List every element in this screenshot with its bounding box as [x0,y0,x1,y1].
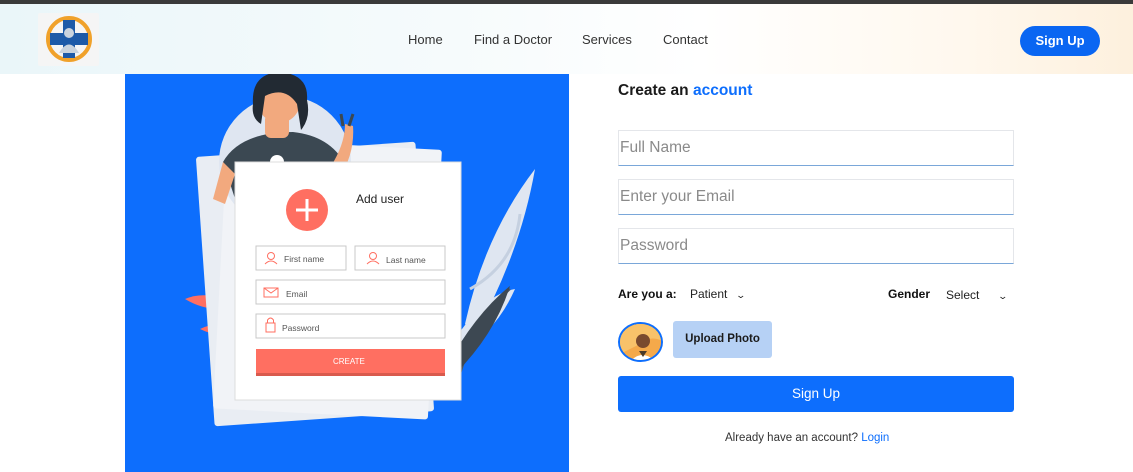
medical-cross-logo-icon [46,16,92,62]
form-title-accent: account [692,82,753,99]
nav-contact[interactable]: Contact [663,32,708,47]
email-field [618,179,1014,215]
illustration-email: Email [286,289,308,299]
nav-home[interactable]: Home [408,32,443,47]
gender-label: Gender [888,287,931,301]
header-sign-up-button[interactable]: Sign Up [1020,26,1100,56]
chevron-down-icon: ⌄ [735,290,747,300]
role-select[interactable]: Patient ⌄ [690,287,747,301]
already-have-account-text: Already have an account? [725,432,858,444]
illustration-card-title: Add user [356,192,405,206]
chevron-down-icon: ⌄ [997,291,1009,301]
role-select-value: Patient [690,287,728,301]
illustration-create: CREATE [333,357,365,366]
avatar [618,322,663,362]
illustration-password: Password [282,323,320,333]
signup-illustration: Add user First name Last name Email Pass… [125,74,569,472]
form-title: Create an account [618,82,752,100]
login-link[interactable]: Login [861,432,889,444]
password-input[interactable] [619,229,1013,263]
nav-services[interactable]: Services [582,32,632,47]
full-name-input[interactable] [619,131,1013,165]
login-prompt: Already have an account? Login [725,432,889,444]
avatar-photo-icon [620,324,661,360]
site-header: Home Find a Doctor Services Contact Sign… [0,4,1133,74]
illustration-graphic [185,74,535,427]
password-field [618,228,1014,264]
sign-up-button[interactable]: Sign Up [618,376,1014,412]
form-title-prefix: Create an [618,82,689,99]
nav-find-a-doctor[interactable]: Find a Doctor [474,32,552,47]
gender-select[interactable]: Select ⌄ [946,288,1009,302]
gender-select-value: Select [946,288,980,302]
role-label: Are you a: [618,287,677,301]
email-input[interactable] [619,180,1013,214]
logo[interactable] [38,13,99,66]
full-name-field [618,130,1014,166]
upload-photo-button[interactable]: Upload Photo [673,321,772,358]
illustration-first-name: First name [284,254,325,264]
illustration-last-name: Last name [386,255,426,265]
